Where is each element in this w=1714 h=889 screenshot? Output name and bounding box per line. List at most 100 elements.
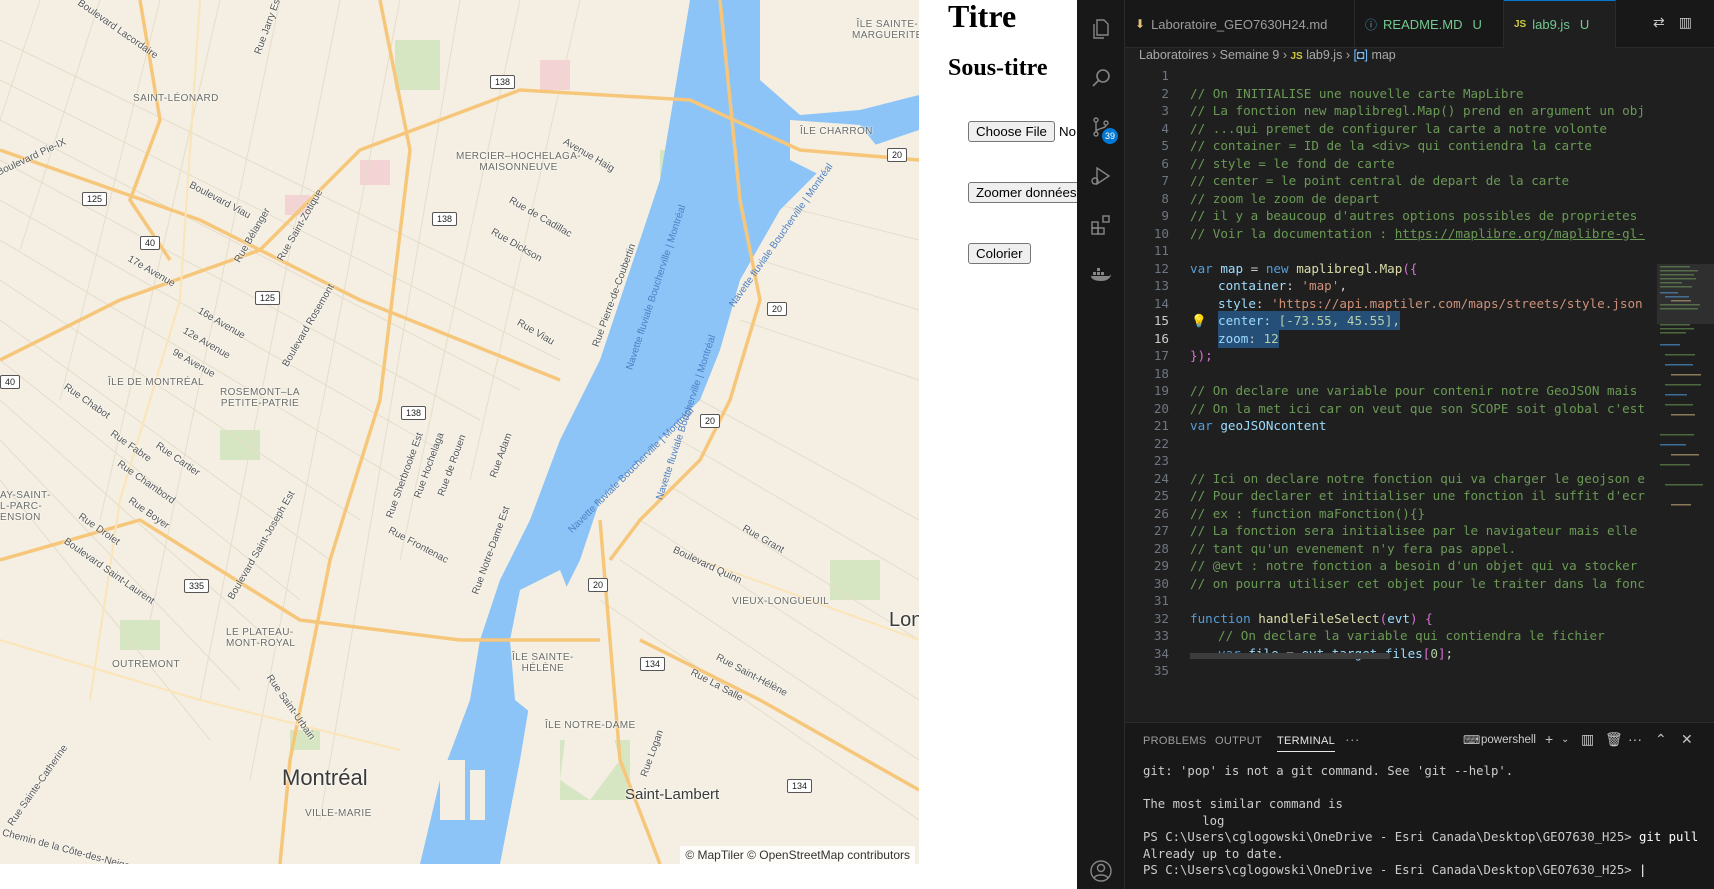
line-number: 4 [1161, 120, 1169, 136]
code-line[interactable]: // La fonction sera initialisee par le n… [1190, 521, 1637, 540]
code-line[interactable]: // On declare la variable qui contiendra… [1218, 626, 1605, 645]
park-area [395, 40, 440, 90]
more-actions-icon[interactable]: ··· [1628, 731, 1642, 747]
line-number: 1 [1161, 68, 1169, 83]
doc-link[interactable]: https://maplibre.org/maplibre-gl- [1395, 226, 1645, 241]
panel-tab-output[interactable]: OUTPUT [1215, 735, 1262, 747]
line-number: 27 [1153, 523, 1169, 538]
code-line[interactable]: container: 'map', [1218, 276, 1347, 295]
choose-file-button[interactable]: Choose File [968, 121, 1055, 142]
chevron-down-icon[interactable]: ⌄ [1561, 734, 1569, 745]
keyword: new [1265, 260, 1289, 276]
panel-tab-terminal[interactable]: TERMINAL [1277, 735, 1336, 752]
code-line[interactable]: var geoJSONcontent [1190, 416, 1327, 435]
run-debug-icon[interactable] [1089, 164, 1113, 188]
code-line[interactable]: // tant qu'un evenement n'y fera pas app… [1190, 539, 1516, 558]
map-canvas[interactable] [0, 0, 919, 864]
split-terminal-icon[interactable]: ▥ [1581, 731, 1594, 748]
string-literal: 'map' [1301, 278, 1340, 293]
editor-tabs: ⬇ Laboratoire_GEO7630H24.md ⓘ README.MD … [1125, 0, 1714, 48]
terminal-line: The most similar command is [1143, 797, 1343, 811]
search-icon[interactable] [1089, 66, 1113, 90]
code-line[interactable]: // On declare une variable pour contenir… [1190, 381, 1637, 400]
code-line[interactable]: // container = ID de la <div> qui contie… [1190, 136, 1592, 155]
code-line[interactable]: zoom: 12 [1218, 328, 1279, 348]
code-line[interactable]: // Voir la documentation : https://mapli… [1190, 224, 1645, 243]
code-line[interactable]: // il y a beaucoup d'autres options poss… [1190, 206, 1637, 225]
code-line[interactable]: // On la met ici car on veut que son SCO… [1190, 399, 1645, 418]
trash-icon[interactable]: 🗑 [1605, 731, 1623, 748]
account-icon[interactable] [1089, 859, 1113, 883]
editor-actions[interactable]: ⇄▥ [1653, 14, 1706, 31]
highway-shield: 134 [787, 779, 813, 793]
horizontal-scrollbar[interactable] [1190, 653, 1390, 659]
tab-label: README.MD [1383, 16, 1463, 32]
docker-icon[interactable] [1089, 262, 1113, 286]
code-line[interactable]: style: 'https://api.maptiler.com/maps/st… [1218, 294, 1643, 313]
code-line[interactable]: // @evt : notre fonction a besoin d'un o… [1190, 556, 1637, 575]
code-line[interactable]: // center = le point central de depart d… [1190, 171, 1569, 190]
line-number: 22 [1153, 435, 1169, 451]
map-label: OUTREMONT [112, 659, 181, 670]
explorer-icon[interactable] [1089, 17, 1113, 41]
code-line[interactable]: // On INITIALISE une nouvelle carte MapL… [1190, 84, 1524, 103]
map-label: ÎLE NOTRE-DAME [545, 720, 636, 731]
code-line[interactable]: // Pour declarer et initialiser une fonc… [1190, 486, 1645, 505]
line-number: 16 [1153, 330, 1169, 346]
code-editor[interactable]: 1 2 // On INITIALISE une nouvelle carte M… [1125, 66, 1714, 722]
park-area [120, 620, 160, 650]
code-line[interactable]: }); [1190, 346, 1213, 365]
colorize-button[interactable]: Colorier [968, 243, 1031, 264]
tab-lab9-js[interactable]: JS lab9.js U [1504, 0, 1616, 48]
activity-bar: 39 [1077, 0, 1125, 889]
line-number: 7 [1161, 173, 1169, 188]
highway-shield: 134 [640, 657, 666, 671]
comment-text: // Voir la documentation : [1190, 225, 1395, 241]
code-line[interactable]: function handleFileSelect(evt) { [1190, 609, 1433, 628]
array-literal: [-73.55, 45.55], [1278, 313, 1400, 328]
untracked-badge: U [1579, 17, 1590, 32]
code-line[interactable]: // Ici on declare notre fonction qui va … [1190, 469, 1645, 488]
new-terminal-icon[interactable]: + [1545, 731, 1553, 747]
terminal-output[interactable]: git: 'pop' is not a git command. See 'gi… [1143, 763, 1713, 879]
zoom-data-button[interactable]: Zoomer données [968, 182, 1077, 203]
code-line[interactable]: // zoom le zoom de depart [1190, 189, 1380, 208]
terminal-prompt: PS C:\Users\cglogowski\OneDrive - Esri C… [1143, 830, 1640, 844]
code-line[interactable]: center: [-73.55, 45.55], [1218, 311, 1400, 330]
lightbulb-icon[interactable]: 💡 [1191, 311, 1207, 330]
minimap[interactable] [1657, 66, 1714, 722]
tab-laboratoire-md[interactable]: ⬇ Laboratoire_GEO7630H24.md [1125, 0, 1355, 48]
extensions-icon[interactable] [1089, 213, 1113, 237]
map-container[interactable]: ÎLE SAINTE- MARGUERITE ÎLE CHARRON SAINT… [0, 0, 919, 864]
operator: = [1243, 260, 1266, 276]
code-line[interactable]: // style = le fond de carte [1190, 154, 1395, 173]
maximize-panel-icon[interactable]: ⌃ [1655, 731, 1667, 748]
highway-shield: 40 [0, 375, 21, 389]
line-number: 14 [1153, 295, 1169, 311]
breadcrumb-item[interactable]: Laboratoires [1139, 48, 1209, 62]
code-line[interactable]: // ex : function maFonction(){} [1190, 504, 1425, 523]
close-panel-icon[interactable]: ✕ [1681, 731, 1693, 748]
terminal-shell-name[interactable]: powershell [1481, 734, 1536, 746]
line-number: 32 [1153, 610, 1169, 626]
keyword: function [1190, 610, 1251, 626]
terminal-icon: ⌨ [1463, 733, 1481, 747]
code-line[interactable]: // La fonction new maplibregl.Map() pren… [1190, 101, 1645, 120]
city-label-saint-lambert: Saint-Lambert [625, 786, 720, 803]
parameter: evt [1387, 610, 1410, 626]
tab-readme[interactable]: ⓘ README.MD U [1355, 0, 1504, 48]
panel-tab-problems[interactable]: PROBLEMS [1143, 735, 1207, 747]
page-title: Titre [948, 0, 1017, 34]
breadcrumb-item[interactable]: Semaine 9 [1220, 48, 1280, 62]
code-line[interactable]: // on pourra utiliser cet objet pour le … [1190, 574, 1645, 593]
breadcrumb-item[interactable]: lab9.js [1306, 48, 1342, 62]
code-line[interactable]: // ...qui premet de configurer la carte … [1190, 119, 1607, 138]
line-number: 21 [1153, 418, 1169, 433]
map-label: ÎLE CHARRON [800, 126, 873, 137]
code-line[interactable]: var map = new maplibregl.Map({ [1190, 259, 1418, 278]
line-number: 8 [1161, 190, 1169, 206]
line-number: 18 [1153, 365, 1169, 381]
more-icon[interactable]: ··· [1345, 731, 1360, 747]
breadcrumb-item[interactable]: map [1371, 48, 1395, 62]
map-attribution[interactable]: © MapTiler © OpenStreetMap contributors [680, 846, 915, 864]
